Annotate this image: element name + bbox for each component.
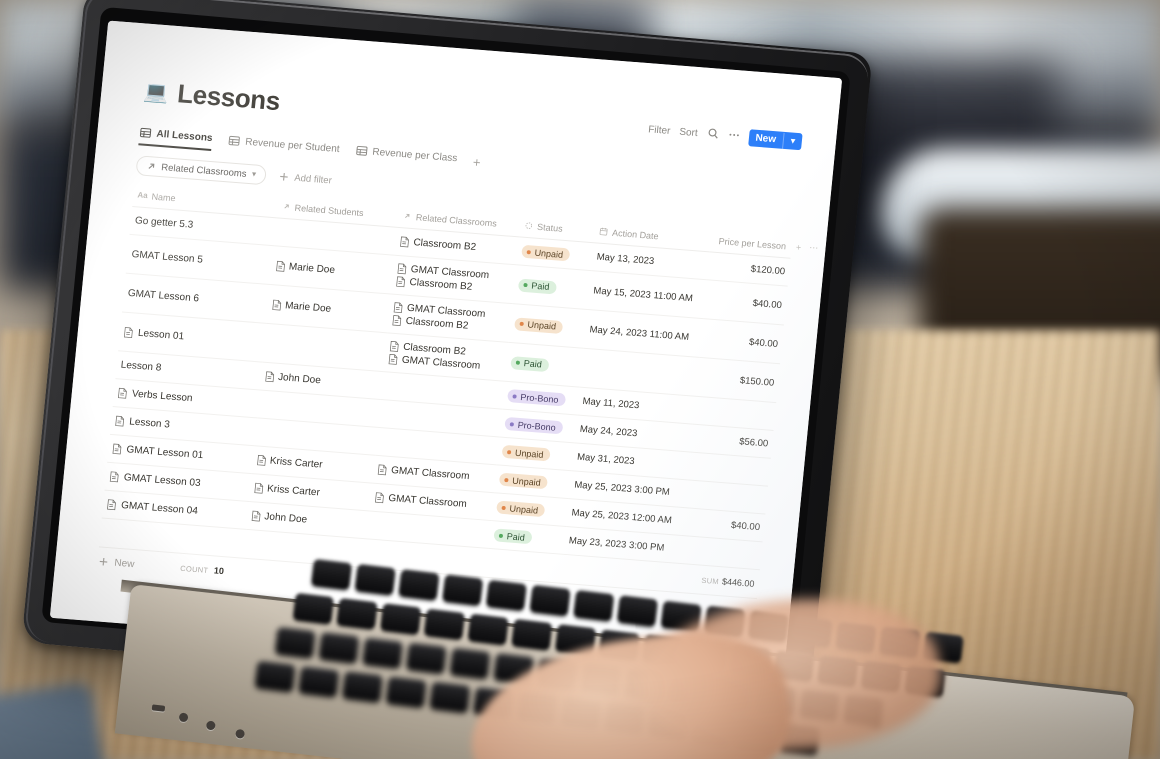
photo-vignette bbox=[0, 0, 1160, 759]
